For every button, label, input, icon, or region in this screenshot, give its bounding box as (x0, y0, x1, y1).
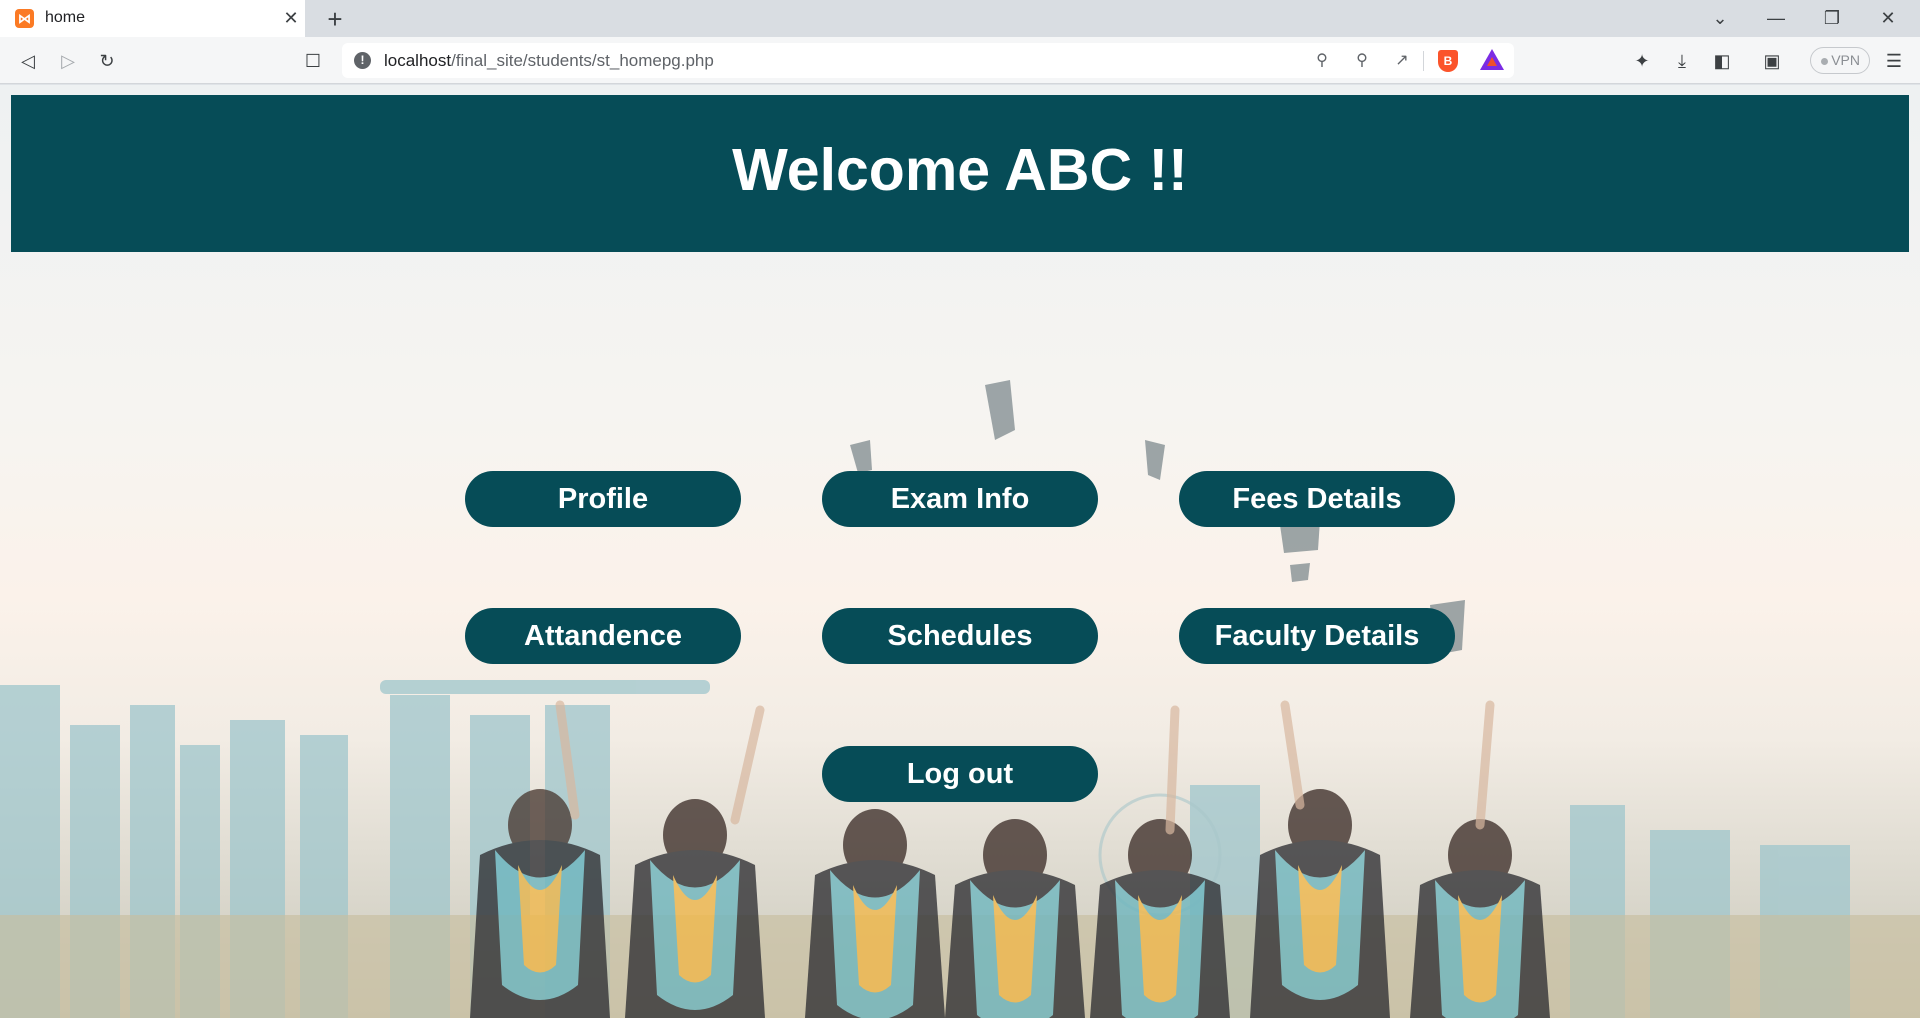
minimize-icon[interactable]: — (1748, 0, 1804, 37)
tab-search-chevron-icon[interactable]: ⌄ (1692, 0, 1748, 37)
forward-icon[interactable]: ▷ (54, 47, 82, 75)
menu-icon[interactable]: ☰ (1880, 47, 1908, 75)
attendence-button[interactable]: Attandence (465, 608, 741, 664)
profile-button[interactable]: Profile (465, 471, 741, 527)
bookmark-icon[interactable]: ☐ (299, 47, 327, 75)
exam-info-button[interactable]: Exam Info (822, 471, 1098, 527)
xampp-icon: ⋈ (15, 9, 34, 28)
vpn-button[interactable]: VPN (1810, 47, 1870, 74)
zoom-icon[interactable]: ⚲ (1350, 49, 1374, 73)
tab-strip: ⋈ home ✕ + ⌄ — ❐ ✕ (0, 0, 1920, 37)
fees-details-button[interactable]: Fees Details (1179, 471, 1455, 527)
wallet-icon[interactable]: ▣ (1758, 47, 1786, 75)
key-icon[interactable]: ⚲ (1310, 49, 1334, 73)
logout-button[interactable]: Log out (822, 746, 1098, 802)
vpn-status-dot (1821, 58, 1828, 65)
reload-icon[interactable]: ↻ (93, 47, 121, 75)
back-icon[interactable]: ◁ (14, 47, 42, 75)
downloads-icon[interactable]: ⤓ (1668, 47, 1696, 75)
url-path: /final_site/students/st_homepg.php (451, 51, 714, 70)
site-info-icon[interactable]: ! (354, 52, 371, 69)
tab-home[interactable]: ⋈ home ✕ (0, 0, 305, 37)
omnibox-divider (1423, 51, 1424, 71)
url-host: localhost (384, 51, 452, 70)
vpn-label: VPN (1831, 52, 1860, 68)
new-tab-icon[interactable]: + (320, 4, 350, 34)
page-body: Welcome ABC !! Profile Exam Info Fees De… (0, 85, 1920, 1018)
extensions-icon[interactable]: ✦ (1628, 47, 1656, 75)
page-title: Welcome ABC !! (732, 137, 1188, 203)
sidebar-icon[interactable]: ◧ (1708, 47, 1736, 75)
welcome-banner: Welcome ABC !! (11, 95, 1909, 252)
restore-icon[interactable]: ❐ (1804, 0, 1860, 37)
window-close-icon[interactable]: ✕ (1860, 0, 1916, 37)
brave-rewards-icon[interactable] (1480, 49, 1504, 70)
tab-title: home (45, 9, 86, 26)
url-text[interactable]: localhost/final_site/students/st_homepg.… (384, 51, 714, 71)
share-icon[interactable]: ↗ (1390, 49, 1414, 73)
faculty-details-button[interactable]: Faculty Details (1179, 608, 1455, 664)
address-bar[interactable]: ! localhost/final_site/students/st_homep… (342, 43, 1514, 78)
schedules-button[interactable]: Schedules (822, 608, 1098, 664)
brave-shield-icon[interactable]: B (1438, 50, 1458, 72)
browser-toolbar: ◁ ▷ ↻ ☐ ! localhost/final_site/students/… (0, 37, 1920, 84)
tab-close-icon[interactable]: ✕ (280, 7, 302, 29)
